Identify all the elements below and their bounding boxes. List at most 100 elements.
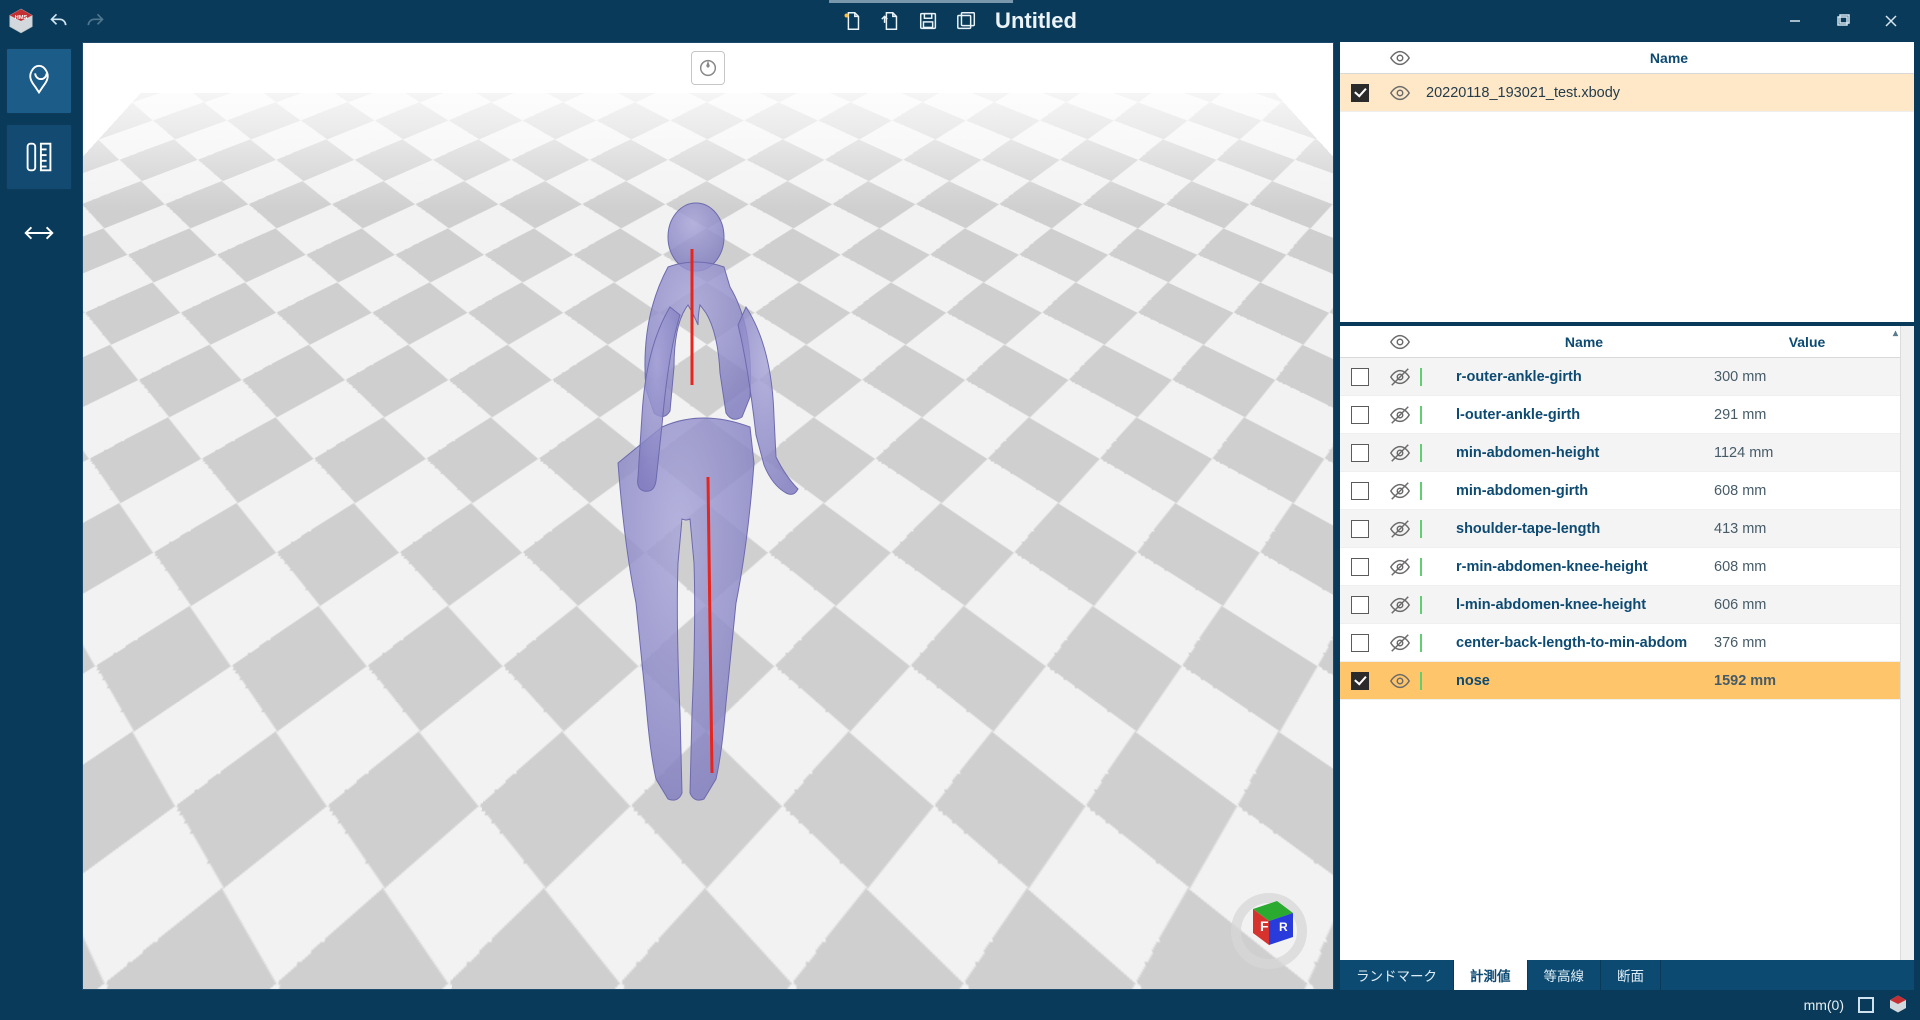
- save-all-button[interactable]: [951, 6, 981, 36]
- svg-text:R: R: [1279, 920, 1288, 934]
- tab-2[interactable]: 等高線: [1528, 960, 1602, 990]
- eye-off-icon[interactable]: [1389, 442, 1411, 464]
- status-logo-icon[interactable]: [1888, 994, 1908, 1017]
- checkbox[interactable]: [1351, 672, 1369, 690]
- checkbox[interactable]: [1351, 520, 1369, 538]
- color-swatch[interactable]: [1420, 482, 1422, 500]
- measurement-name: r-outer-ankle-girth: [1450, 369, 1714, 385]
- measurement-header-name[interactable]: Name: [1450, 334, 1714, 350]
- eye-icon[interactable]: [1389, 82, 1411, 104]
- app-logo: HMS: [6, 6, 36, 36]
- status-bar: mm(0): [0, 990, 1920, 1020]
- measurement-value: 608 mm: [1714, 483, 1900, 499]
- checkbox[interactable]: [1351, 406, 1369, 424]
- measurement-value: 1124 mm: [1714, 445, 1900, 461]
- measurement-tabs: ランドマーク計測値等高線断面: [1340, 960, 1914, 990]
- scrollbar[interactable]: [1900, 326, 1914, 960]
- measurement-row[interactable]: r-min-abdomen-knee-height608 mm: [1340, 548, 1900, 586]
- eye-off-icon[interactable]: [1389, 632, 1411, 654]
- left-toolbar: [6, 42, 76, 990]
- eye-icon: [1389, 331, 1411, 353]
- tab-0[interactable]: ランドマーク: [1340, 960, 1454, 990]
- measurement-name: min-abdomen-height: [1450, 445, 1714, 461]
- eye-off-icon[interactable]: [1389, 556, 1411, 578]
- tab-1[interactable]: 計測値: [1454, 960, 1528, 990]
- measurement-rows: r-outer-ankle-girth300 mml-outer-ankle-g…: [1340, 358, 1900, 960]
- viewport-3d[interactable]: F R: [82, 42, 1334, 990]
- measurement-row[interactable]: min-abdomen-height1124 mm: [1340, 434, 1900, 472]
- measurement-value: 291 mm: [1714, 407, 1900, 423]
- measurement-header: Name Value ▴: [1340, 326, 1900, 358]
- tool-model[interactable]: [6, 48, 72, 114]
- files-header-name[interactable]: Name: [1420, 50, 1914, 66]
- window-maximize-button[interactable]: [1820, 6, 1866, 36]
- svg-text:HMS: HMS: [15, 15, 28, 21]
- color-swatch[interactable]: [1420, 596, 1422, 614]
- measurement-name: nose: [1450, 673, 1714, 689]
- eye-off-icon[interactable]: [1389, 518, 1411, 540]
- color-swatch[interactable]: [1420, 406, 1422, 424]
- title-bar: HMS Untitled: [0, 0, 1920, 42]
- measurement-name: l-outer-ankle-girth: [1450, 407, 1714, 423]
- open-doc-button[interactable]: [875, 6, 905, 36]
- measurement-row[interactable]: shoulder-tape-length413 mm: [1340, 510, 1900, 548]
- checkbox[interactable]: [1351, 444, 1369, 462]
- eye-off-icon[interactable]: [1389, 480, 1411, 502]
- new-doc-button[interactable]: [837, 6, 867, 36]
- tool-pan[interactable]: [6, 200, 72, 266]
- viewport-compass-button[interactable]: [691, 51, 725, 85]
- measurement-row[interactable]: l-outer-ankle-girth291 mm: [1340, 396, 1900, 434]
- measurement-name: r-min-abdomen-knee-height: [1450, 559, 1714, 575]
- measurement-panel: Name Value ▴ r-outer-ankle-girth300 mml-…: [1340, 326, 1914, 990]
- checkbox[interactable]: [1351, 558, 1369, 576]
- eye-off-icon[interactable]: [1389, 594, 1411, 616]
- navigation-cube[interactable]: F R: [1227, 889, 1311, 973]
- eye-off-icon[interactable]: [1389, 366, 1411, 388]
- color-swatch[interactable]: [1420, 634, 1422, 652]
- color-swatch[interactable]: [1420, 520, 1422, 538]
- svg-text:F: F: [1260, 918, 1269, 934]
- measurement-name: center-back-length-to-min-abdom: [1450, 635, 1714, 651]
- checkbox[interactable]: [1351, 634, 1369, 652]
- checkbox[interactable]: [1351, 482, 1369, 500]
- measurement-value: 413 mm: [1714, 521, 1900, 537]
- measurement-row[interactable]: r-outer-ankle-girth300 mm: [1340, 358, 1900, 396]
- measurement-row[interactable]: nose1592 mm: [1340, 662, 1900, 700]
- measurement-value: 606 mm: [1714, 597, 1900, 613]
- checkbox[interactable]: [1351, 84, 1369, 102]
- color-swatch[interactable]: [1420, 558, 1422, 576]
- files-header: Name: [1340, 42, 1914, 74]
- window-minimize-button[interactable]: [1772, 6, 1818, 36]
- measurement-row[interactable]: l-min-abdomen-knee-height606 mm: [1340, 586, 1900, 624]
- status-square-icon[interactable]: [1858, 997, 1874, 1013]
- measurement-row[interactable]: min-abdomen-girth608 mm: [1340, 472, 1900, 510]
- measurement-value: 1592 mm: [1714, 673, 1900, 689]
- measurement-value: 608 mm: [1714, 559, 1900, 575]
- measurement-row[interactable]: center-back-length-to-min-abdom376 mm: [1340, 624, 1900, 662]
- eye-icon[interactable]: [1389, 670, 1411, 692]
- file-row[interactable]: 20220118_193021_test.xbody: [1340, 74, 1914, 112]
- color-swatch[interactable]: [1420, 672, 1422, 690]
- files-rows: 20220118_193021_test.xbody: [1340, 74, 1914, 322]
- tool-measure[interactable]: [6, 124, 72, 190]
- measurement-value: 376 mm: [1714, 635, 1900, 651]
- document-title: Untitled: [989, 8, 1083, 34]
- undo-button[interactable]: [46, 8, 72, 34]
- checkbox[interactable]: [1351, 596, 1369, 614]
- files-panel: Name 20220118_193021_test.xbody: [1340, 42, 1914, 322]
- save-button[interactable]: [913, 6, 943, 36]
- checkbox[interactable]: [1351, 368, 1369, 386]
- document-tab-group: Untitled: [837, 0, 1083, 42]
- tab-3[interactable]: 断面: [1601, 960, 1661, 990]
- window-close-button[interactable]: [1868, 6, 1914, 36]
- eye-off-icon[interactable]: [1389, 404, 1411, 426]
- color-swatch[interactable]: [1420, 444, 1422, 462]
- measurement-name: l-min-abdomen-knee-height: [1450, 597, 1714, 613]
- measurement-name: shoulder-tape-length: [1450, 521, 1714, 537]
- measurement-header-value[interactable]: Value: [1714, 334, 1900, 350]
- color-swatch[interactable]: [1420, 368, 1422, 386]
- measurement-name: min-abdomen-girth: [1450, 483, 1714, 499]
- body-model: [558, 177, 858, 817]
- redo-button[interactable]: [82, 8, 108, 34]
- sort-up-icon[interactable]: ▴: [1893, 328, 1898, 339]
